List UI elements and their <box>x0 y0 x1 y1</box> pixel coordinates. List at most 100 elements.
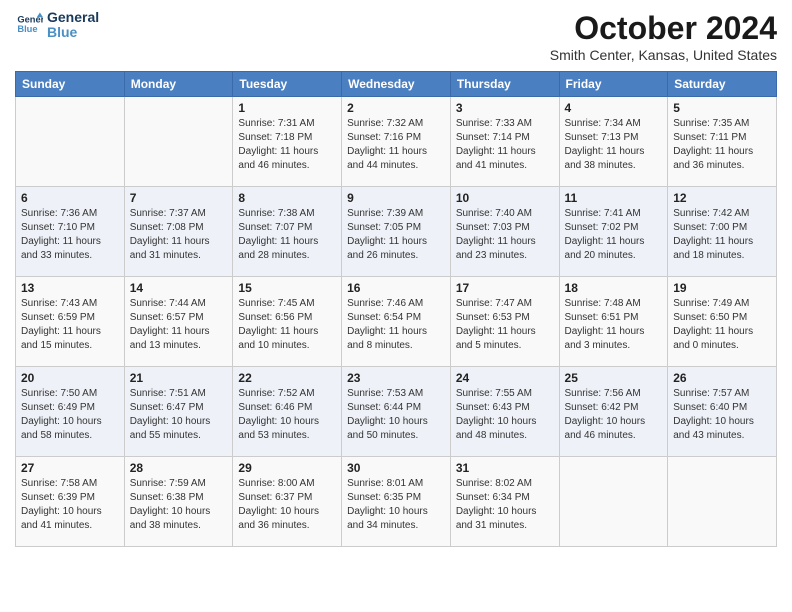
day-number: 3 <box>456 101 554 115</box>
calendar-cell: 25 Sunrise: 7:56 AM Sunset: 6:42 PM Dayli… <box>559 367 668 457</box>
day-number: 5 <box>673 101 771 115</box>
calendar-cell: 29Sunrise: 8:00 AM Sunset: 6:37 PM Dayli… <box>233 457 342 547</box>
calendar-cell: 21Sunrise: 7:51 AM Sunset: 6:47 PM Dayli… <box>124 367 233 457</box>
logo-icon: General Blue <box>15 11 43 39</box>
day-number: 26 <box>673 371 771 385</box>
calendar-cell: 7 Sunrise: 7:37 AM Sunset: 7:08 PM Daylig… <box>124 187 233 277</box>
day-number: 19 <box>673 281 771 295</box>
day-info: Sunrise: 7:55 AM Sunset: 6:43 PM Dayligh… <box>456 387 554 443</box>
col-header-friday: Friday <box>559 72 668 97</box>
col-header-tuesday: Tuesday <box>233 72 342 97</box>
calendar-week-4: 20 Sunrise: 7:50 AM Sunset: 6:49 PM Dayli… <box>16 367 777 457</box>
day-number: 25 <box>565 371 663 385</box>
day-number: 17 <box>456 281 554 295</box>
calendar-week-1: 1 Sunrise: 7:31 AM Sunset: 7:18 PM Daylig… <box>16 97 777 187</box>
day-info: Sunrise: 7:33 AM Sunset: 7:14 PM Dayligh… <box>456 117 554 173</box>
day-number: 29 <box>238 461 336 475</box>
calendar-cell: 11 Sunrise: 7:41 AM Sunset: 7:02 PM Dayli… <box>559 187 668 277</box>
calendar-week-3: 13Sunrise: 7:43 AM Sunset: 6:59 PM Dayli… <box>16 277 777 367</box>
calendar-cell: 8 Sunrise: 7:38 AM Sunset: 7:07 PM Daylig… <box>233 187 342 277</box>
calendar-cell: 9Sunrise: 7:39 AM Sunset: 7:05 PM Daylig… <box>342 187 451 277</box>
calendar-table: SundayMondayTuesdayWednesdayThursdayFrid… <box>15 71 777 547</box>
day-info: Sunrise: 8:01 AM Sunset: 6:35 PM Dayligh… <box>347 477 445 533</box>
day-info: Sunrise: 7:32 AM Sunset: 7:16 PM Dayligh… <box>347 117 445 173</box>
day-number: 24 <box>456 371 554 385</box>
calendar-cell: 17 Sunrise: 7:47 AM Sunset: 6:53 PM Dayli… <box>450 277 559 367</box>
day-info: Sunrise: 7:42 AM Sunset: 7:00 PM Dayligh… <box>673 207 771 263</box>
day-number: 12 <box>673 191 771 205</box>
day-info: Sunrise: 7:47 AM Sunset: 6:53 PM Dayligh… <box>456 297 554 353</box>
day-info: Sunrise: 7:57 AM Sunset: 6:40 PM Dayligh… <box>673 387 771 443</box>
day-number: 31 <box>456 461 554 475</box>
day-number: 20 <box>21 371 119 385</box>
calendar-cell: 30Sunrise: 8:01 AM Sunset: 6:35 PM Dayli… <box>342 457 451 547</box>
calendar-week-2: 6Sunrise: 7:36 AM Sunset: 7:10 PM Daylig… <box>16 187 777 277</box>
calendar-cell <box>559 457 668 547</box>
calendar-cell: 14 Sunrise: 7:44 AM Sunset: 6:57 PM Dayli… <box>124 277 233 367</box>
day-number: 11 <box>565 191 663 205</box>
calendar-cell <box>124 97 233 187</box>
day-number: 1 <box>238 101 336 115</box>
day-info: Sunrise: 7:45 AM Sunset: 6:56 PM Dayligh… <box>238 297 336 353</box>
page-header: General Blue General Blue October 2024 S… <box>15 10 777 63</box>
month-title: October 2024 <box>550 10 777 47</box>
calendar-cell: 4Sunrise: 7:34 AM Sunset: 7:13 PM Daylig… <box>559 97 668 187</box>
calendar-cell <box>668 457 777 547</box>
day-number: 22 <box>238 371 336 385</box>
logo: General Blue General Blue <box>15 10 99 41</box>
calendar-cell: 5 Sunrise: 7:35 AM Sunset: 7:11 PM Daylig… <box>668 97 777 187</box>
day-number: 7 <box>130 191 228 205</box>
calendar-cell: 28Sunrise: 7:59 AM Sunset: 6:38 PM Dayli… <box>124 457 233 547</box>
logo-text: General Blue <box>47 10 99 41</box>
day-number: 21 <box>130 371 228 385</box>
day-number: 13 <box>21 281 119 295</box>
day-info: Sunrise: 7:38 AM Sunset: 7:07 PM Dayligh… <box>238 207 336 263</box>
day-number: 2 <box>347 101 445 115</box>
calendar-cell: 23Sunrise: 7:53 AM Sunset: 6:44 PM Dayli… <box>342 367 451 457</box>
day-info: Sunrise: 7:49 AM Sunset: 6:50 PM Dayligh… <box>673 297 771 353</box>
col-header-sunday: Sunday <box>16 72 125 97</box>
day-number: 15 <box>238 281 336 295</box>
col-header-saturday: Saturday <box>668 72 777 97</box>
calendar-cell: 13Sunrise: 7:43 AM Sunset: 6:59 PM Dayli… <box>16 277 125 367</box>
day-info: Sunrise: 7:50 AM Sunset: 6:49 PM Dayligh… <box>21 387 119 443</box>
day-info: Sunrise: 7:37 AM Sunset: 7:08 PM Dayligh… <box>130 207 228 263</box>
calendar-cell: 19 Sunrise: 7:49 AM Sunset: 6:50 PM Dayli… <box>668 277 777 367</box>
calendar-cell: 15 Sunrise: 7:45 AM Sunset: 6:56 PM Dayli… <box>233 277 342 367</box>
day-info: Sunrise: 7:52 AM Sunset: 6:46 PM Dayligh… <box>238 387 336 443</box>
day-info: Sunrise: 7:40 AM Sunset: 7:03 PM Dayligh… <box>456 207 554 263</box>
day-info: Sunrise: 7:36 AM Sunset: 7:10 PM Dayligh… <box>21 207 119 263</box>
col-header-wednesday: Wednesday <box>342 72 451 97</box>
calendar-cell: 2 Sunrise: 7:32 AM Sunset: 7:16 PM Daylig… <box>342 97 451 187</box>
calendar-cell: 26 Sunrise: 7:57 AM Sunset: 6:40 PM Dayli… <box>668 367 777 457</box>
col-header-thursday: Thursday <box>450 72 559 97</box>
calendar-cell: 12 Sunrise: 7:42 AM Sunset: 7:00 PM Dayli… <box>668 187 777 277</box>
calendar-cell: 22 Sunrise: 7:52 AM Sunset: 6:46 PM Dayli… <box>233 367 342 457</box>
day-number: 18 <box>565 281 663 295</box>
day-number: 16 <box>347 281 445 295</box>
calendar-cell: 10 Sunrise: 7:40 AM Sunset: 7:03 PM Dayli… <box>450 187 559 277</box>
day-info: Sunrise: 8:02 AM Sunset: 6:34 PM Dayligh… <box>456 477 554 533</box>
calendar-cell: 1 Sunrise: 7:31 AM Sunset: 7:18 PM Daylig… <box>233 97 342 187</box>
day-number: 14 <box>130 281 228 295</box>
day-number: 10 <box>456 191 554 205</box>
title-block: October 2024 Smith Center, Kansas, Unite… <box>550 10 777 63</box>
day-info: Sunrise: 7:44 AM Sunset: 6:57 PM Dayligh… <box>130 297 228 353</box>
day-number: 23 <box>347 371 445 385</box>
day-number: 8 <box>238 191 336 205</box>
svg-text:Blue: Blue <box>17 24 37 34</box>
calendar-cell: 16 Sunrise: 7:46 AM Sunset: 6:54 PM Dayli… <box>342 277 451 367</box>
day-info: Sunrise: 7:35 AM Sunset: 7:11 PM Dayligh… <box>673 117 771 173</box>
day-number: 9 <box>347 191 445 205</box>
day-number: 27 <box>21 461 119 475</box>
calendar-cell <box>16 97 125 187</box>
day-number: 28 <box>130 461 228 475</box>
calendar-cell: 24 Sunrise: 7:55 AM Sunset: 6:43 PM Dayli… <box>450 367 559 457</box>
day-info: Sunrise: 7:31 AM Sunset: 7:18 PM Dayligh… <box>238 117 336 173</box>
calendar-cell: 20 Sunrise: 7:50 AM Sunset: 6:49 PM Dayli… <box>16 367 125 457</box>
day-info: Sunrise: 7:58 AM Sunset: 6:39 PM Dayligh… <box>21 477 119 533</box>
location: Smith Center, Kansas, United States <box>550 47 777 63</box>
day-info: Sunrise: 7:41 AM Sunset: 7:02 PM Dayligh… <box>565 207 663 263</box>
day-info: Sunrise: 7:46 AM Sunset: 6:54 PM Dayligh… <box>347 297 445 353</box>
day-info: Sunrise: 7:56 AM Sunset: 6:42 PM Dayligh… <box>565 387 663 443</box>
